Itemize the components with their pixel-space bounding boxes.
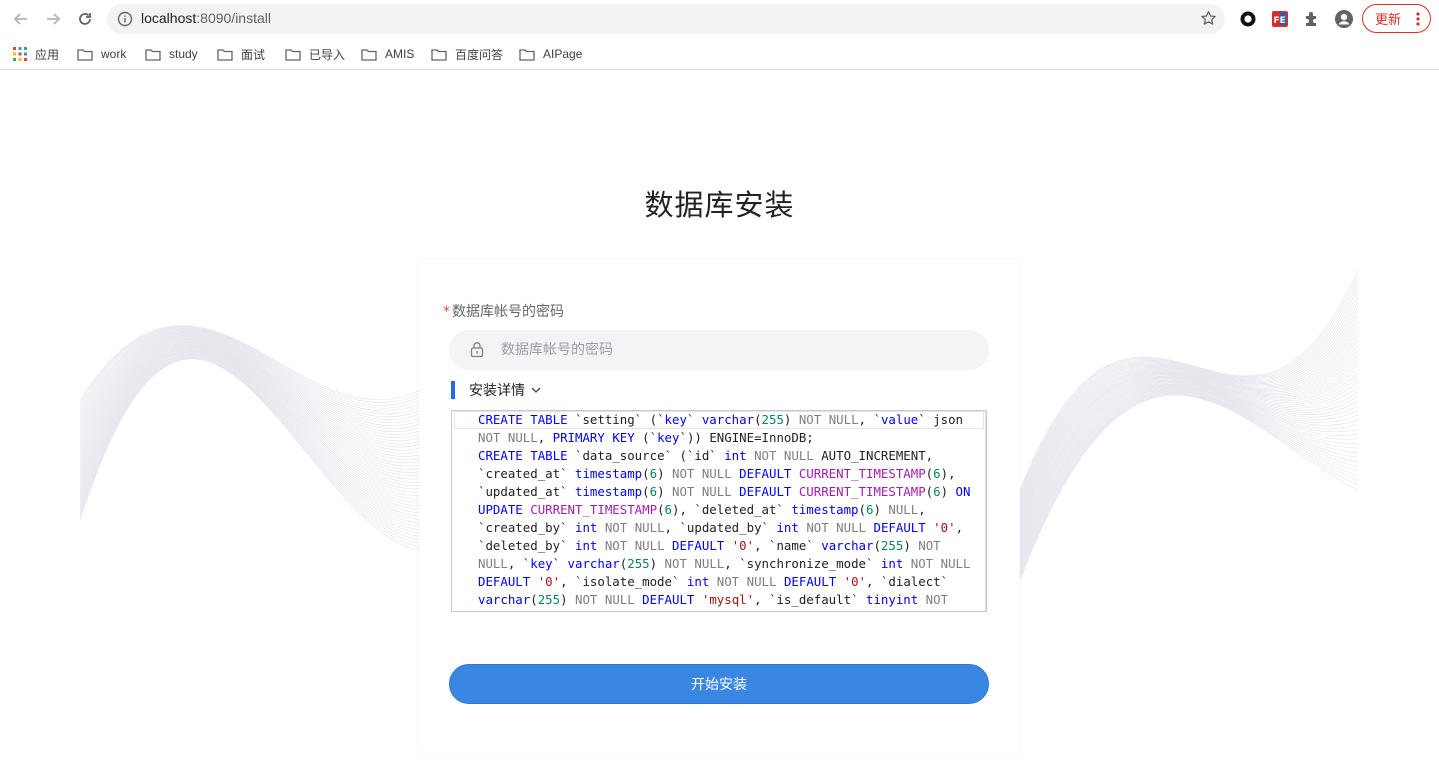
arrow-left-icon bbox=[13, 13, 27, 25]
bookmarks-bar: 应用 work study 面试 已导入 AMIS 百度问答 AIPage bbox=[0, 38, 1439, 70]
more-vert-icon bbox=[1416, 11, 1420, 31]
bookmark-label: study bbox=[169, 47, 198, 61]
browser-toolbar: localhost:8090/install FE 更新 bbox=[0, 0, 1439, 38]
extension-fe-icon[interactable]: FE bbox=[1270, 9, 1290, 29]
info-icon[interactable] bbox=[117, 11, 133, 31]
bookmark-label: 面试 bbox=[241, 47, 266, 62]
wave-line bbox=[1019, 378, 1359, 538]
password-label: * 数据库帐号的密码 bbox=[443, 301, 564, 321]
folder-icon bbox=[431, 48, 447, 61]
lock-icon bbox=[469, 341, 485, 362]
bookmark-label: 应用 bbox=[35, 47, 60, 62]
reload-icon bbox=[79, 13, 91, 25]
reload-button[interactable] bbox=[74, 8, 96, 30]
url-path: :8090/install bbox=[196, 10, 271, 26]
bookmark-apps[interactable]: 应用 bbox=[13, 44, 59, 64]
bookmark-star-icon[interactable] bbox=[1200, 10, 1217, 31]
page-title: 数据库安装 bbox=[644, 188, 795, 222]
chevron-down-icon bbox=[531, 387, 541, 394]
bookmark-folder-aipage[interactable]: AIPage bbox=[519, 44, 582, 64]
back-button[interactable] bbox=[10, 8, 32, 30]
install-details-toggle[interactable]: 安装详情 bbox=[451, 381, 541, 399]
extension-circle-icon[interactable] bbox=[1238, 9, 1258, 29]
folder-icon bbox=[217, 48, 233, 61]
folder-icon bbox=[145, 48, 161, 61]
bookmark-folder-work[interactable]: work bbox=[77, 44, 126, 64]
bookmark-folder-amis[interactable]: AMIS bbox=[361, 44, 414, 64]
required-mark: * bbox=[443, 304, 450, 320]
folder-icon bbox=[77, 48, 93, 61]
forward-button[interactable] bbox=[42, 8, 64, 30]
sql-code-content: CREATE TABLE `setting` (`key` varchar(25… bbox=[478, 412, 971, 607]
url-host: localhost bbox=[141, 10, 197, 26]
code-scrollbar[interactable] bbox=[985, 411, 986, 611]
bookmark-folder-baidu-qa[interactable]: 百度问答 bbox=[431, 44, 503, 64]
bookmark-label: 已导入 bbox=[309, 47, 346, 62]
url-text: localhost:8090/install bbox=[141, 10, 271, 26]
wave-line bbox=[1019, 389, 1359, 565]
install-form-card: * 数据库帐号的密码 安装详情 CREATE TABLE `setting` (`… bbox=[419, 259, 1019, 755]
arrow-right-icon bbox=[47, 13, 61, 25]
bookmark-label: 百度问答 bbox=[455, 47, 504, 62]
wave-line bbox=[1019, 390, 1359, 569]
password-label-text: 数据库帐号的密码 bbox=[452, 304, 564, 320]
bookmark-folder-imported[interactable]: 已导入 bbox=[285, 44, 345, 64]
wave-line bbox=[1019, 386, 1359, 560]
extensions-puzzle-icon[interactable] bbox=[1302, 9, 1322, 29]
bookmark-folder-study[interactable]: study bbox=[145, 44, 198, 64]
sql-code-editor[interactable]: CREATE TABLE `setting` (`key` varchar(25… bbox=[451, 410, 987, 612]
bookmark-folder-interview[interactable]: 面试 bbox=[217, 44, 265, 64]
start-install-button[interactable]: 开始安装 bbox=[449, 664, 989, 704]
svg-text:FE: FE bbox=[1274, 16, 1286, 26]
wave-line bbox=[79, 342, 421, 473]
bookmark-label: AMIS bbox=[385, 47, 415, 61]
folder-icon bbox=[519, 48, 535, 61]
folder-icon bbox=[361, 48, 377, 61]
wave-line bbox=[1019, 316, 1359, 510]
address-bar[interactable]: localhost:8090/install bbox=[107, 4, 1225, 34]
profile-avatar-icon[interactable] bbox=[1334, 9, 1354, 29]
bookmark-label: AIPage bbox=[543, 47, 583, 61]
apps-grid-icon bbox=[13, 47, 27, 61]
password-field[interactable] bbox=[449, 330, 989, 370]
password-input[interactable] bbox=[501, 330, 971, 370]
update-button[interactable]: 更新 bbox=[1362, 4, 1431, 33]
install-details-label: 安装详情 bbox=[469, 383, 525, 399]
wave-line bbox=[1019, 288, 1359, 498]
bookmark-label: work bbox=[101, 47, 127, 61]
update-label: 更新 bbox=[1375, 13, 1402, 28]
folder-icon bbox=[285, 48, 301, 61]
install-page: 数据库安装 * 数据库帐号的密码 安装详情 CREATE TABLE `setti… bbox=[0, 70, 1439, 770]
